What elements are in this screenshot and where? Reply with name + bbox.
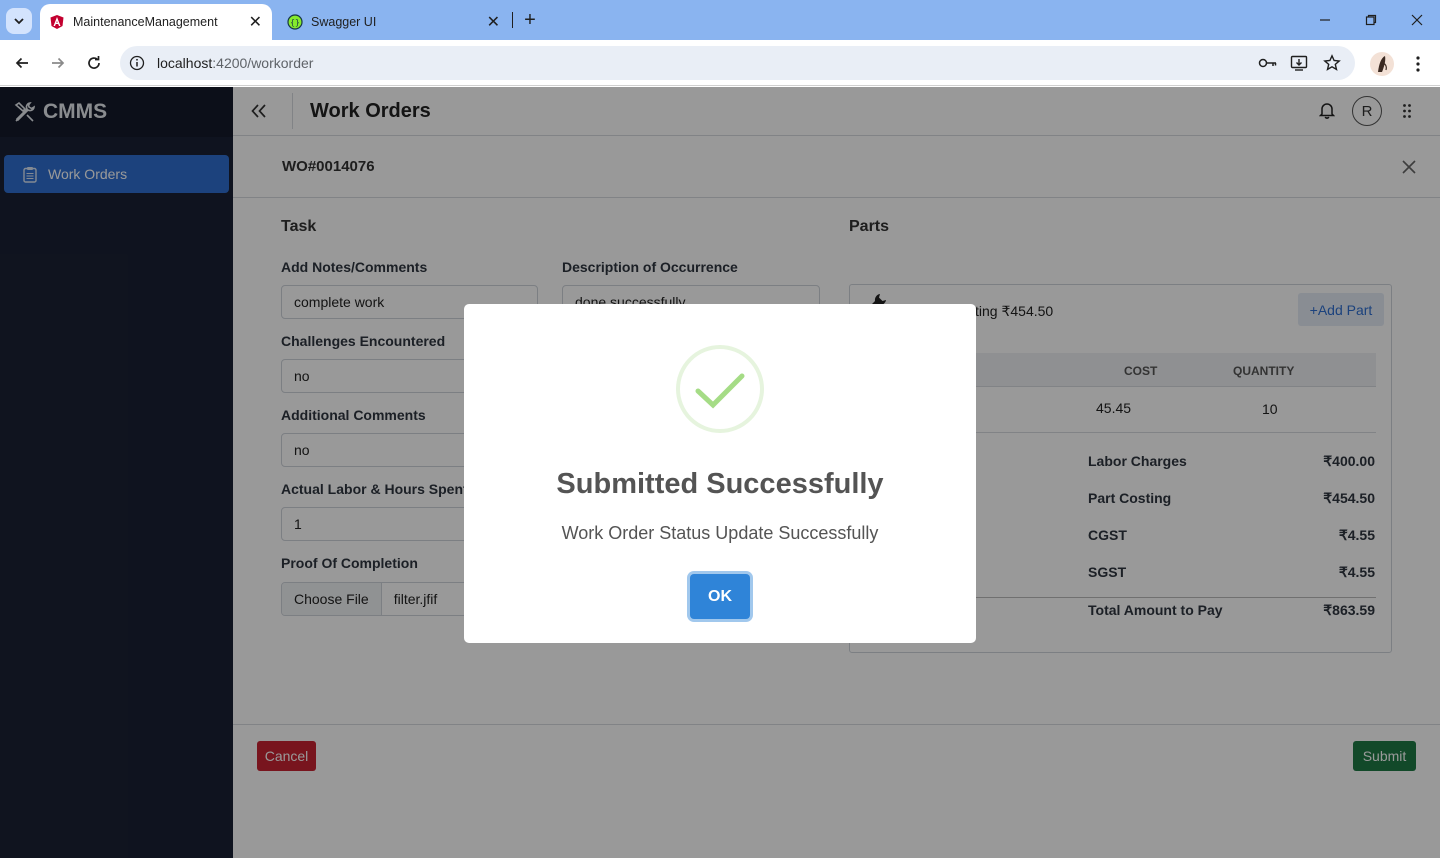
restore-button[interactable] (1356, 8, 1386, 32)
svg-text:{}: {} (290, 18, 300, 27)
bookmark-star-icon[interactable] (1323, 54, 1341, 72)
minimize-button[interactable] (1310, 8, 1340, 32)
back-button[interactable] (7, 48, 37, 78)
dialog-title: Submitted Successfully (556, 468, 884, 500)
angular-favicon-icon (50, 15, 64, 29)
new-tab-button[interactable]: + (518, 8, 542, 32)
tab-title: MaintenanceManagement (73, 15, 218, 29)
url-host: localhost (157, 55, 213, 71)
dialog-message: Work Order Status Update Successfully (561, 523, 879, 543)
ok-button[interactable]: OK (690, 574, 750, 619)
tab-maintenance[interactable]: MaintenanceManagement ✕ (40, 4, 272, 40)
kebab-menu-icon (1416, 56, 1420, 72)
install-app-icon[interactable] (1290, 54, 1308, 72)
url-path: :4200/workorder (212, 55, 314, 71)
tab-title: Swagger UI (311, 15, 377, 29)
minimize-icon (1320, 19, 1330, 21)
close-window-button[interactable] (1402, 8, 1432, 32)
reload-button[interactable] (79, 48, 109, 78)
swagger-favicon-icon: {} (287, 14, 303, 30)
arrow-right-icon (52, 57, 65, 69)
browser-menu-button[interactable] (1408, 52, 1428, 76)
close-icon (1411, 14, 1423, 26)
forward-button[interactable] (43, 48, 73, 78)
address-bar[interactable]: localhost:4200/workorder (120, 46, 1355, 80)
tab-swagger[interactable]: {} Swagger UI ✕ (278, 4, 510, 40)
profile-picture-icon (1378, 56, 1387, 72)
reload-icon (88, 56, 100, 69)
tab-search-button[interactable] (6, 8, 32, 34)
ok-label: OK (708, 587, 732, 605)
tab-close-icon[interactable]: ✕ (487, 12, 500, 32)
arrow-left-icon (15, 57, 28, 69)
site-info-icon[interactable] (129, 55, 145, 71)
profile-avatar[interactable] (1370, 52, 1394, 76)
tab-divider (512, 12, 513, 28)
success-dialog: Submitted Successfully Work Order Status… (464, 304, 976, 643)
chevron-down-icon (14, 18, 24, 25)
browser-tab-strip: MaintenanceManagement ✕ {} Swagger UI ✕ … (0, 0, 1440, 40)
success-check-icon (676, 345, 764, 433)
tab-close-icon[interactable]: ✕ (249, 12, 262, 32)
restore-icon (1365, 14, 1377, 26)
key-icon[interactable] (1258, 55, 1278, 71)
